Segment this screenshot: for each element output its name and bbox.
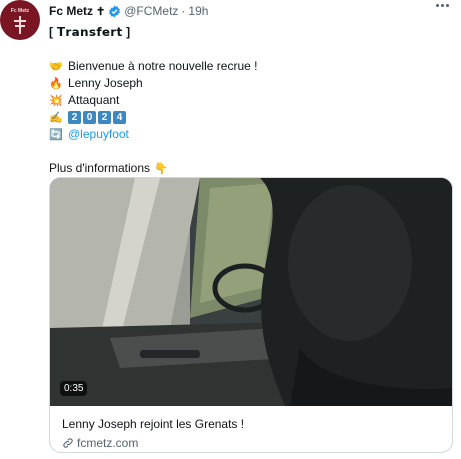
avatar-label: Fc Metz <box>10 7 30 14</box>
verified-badge-icon <box>108 5 121 18</box>
tweet-time[interactable]: 19h <box>188 4 208 18</box>
video-player[interactable]: 0:35 <box>50 178 452 406</box>
card-domain[interactable]: fcmetz.com <box>62 436 440 450</box>
author-handle[interactable]: @FCMetz <box>124 4 178 18</box>
avatar[interactable]: Fc Metz <box>0 0 40 40</box>
link-icon <box>63 438 73 448</box>
card-info[interactable]: Lenny Joseph rejoint les Grenats ! fcmet… <box>50 406 452 452</box>
year-digit: 4 <box>113 111 126 124</box>
author-cross: ✝ <box>96 5 106 18</box>
year-digit: 2 <box>98 111 111 124</box>
metz-cross-icon <box>14 15 26 34</box>
line-year: ✍ 2 0 2 4 <box>49 109 449 126</box>
line-welcome: 🤝 Bienvenue à notre nouvelle recrue ! <box>49 58 449 75</box>
line-position: 💥 Attaquant <box>49 92 449 109</box>
more-info-text: Plus d'informations <box>49 161 151 175</box>
video-thumbnail <box>50 178 452 406</box>
transfer-tag: [ 𝗧𝗿𝗮𝗻𝘀𝗳𝗲𝗿𝘁 ] <box>49 25 131 39</box>
link-card[interactable]: 0:35 Lenny Joseph rejoint les Grenats ! … <box>49 177 453 453</box>
fire-icon: 🔥 <box>49 77 63 90</box>
player-name: Lenny Joseph <box>68 76 143 90</box>
writing-hand-icon: ✍ <box>49 111 63 124</box>
repeat-icon: 🔄 <box>49 128 63 141</box>
card-domain-text: fcmetz.com <box>77 436 139 450</box>
collision-icon: 💥 <box>49 94 63 107</box>
handshake-icon: 🤝 <box>49 60 63 73</box>
year-digit: 2 <box>68 111 81 124</box>
video-duration: 0:35 <box>60 381 88 396</box>
separator-dot: · <box>181 4 186 18</box>
year-digit: 0 <box>83 111 96 124</box>
pointing-down-icon: 👇 <box>154 162 168 175</box>
tweet-text: [ 𝗧𝗿𝗮𝗻𝘀𝗳𝗲𝗿𝘁 ] 🤝 Bienvenue à notre nouvel… <box>49 24 449 177</box>
mention-link[interactable]: @lepuyfoot <box>68 126 129 143</box>
welcome-text: Bienvenue à notre nouvelle recrue ! <box>68 59 258 73</box>
more-options-icon[interactable] <box>436 4 449 7</box>
line-tag: [ 𝗧𝗿𝗮𝗻𝘀𝗳𝗲𝗿𝘁 ] <box>49 24 449 41</box>
tweet-header: Fc Metz ✝ @FCMetz · 19h <box>49 4 208 18</box>
author-name[interactable]: Fc Metz <box>49 4 93 18</box>
line-player: 🔥 Lenny Joseph <box>49 75 449 92</box>
position-text: Attaquant <box>68 93 120 107</box>
card-title[interactable]: Lenny Joseph rejoint les Grenats ! <box>62 416 440 432</box>
line-more-info: Plus d'informations 👇 <box>49 160 449 177</box>
line-mention: 🔄 @lepuyfoot <box>49 126 449 143</box>
